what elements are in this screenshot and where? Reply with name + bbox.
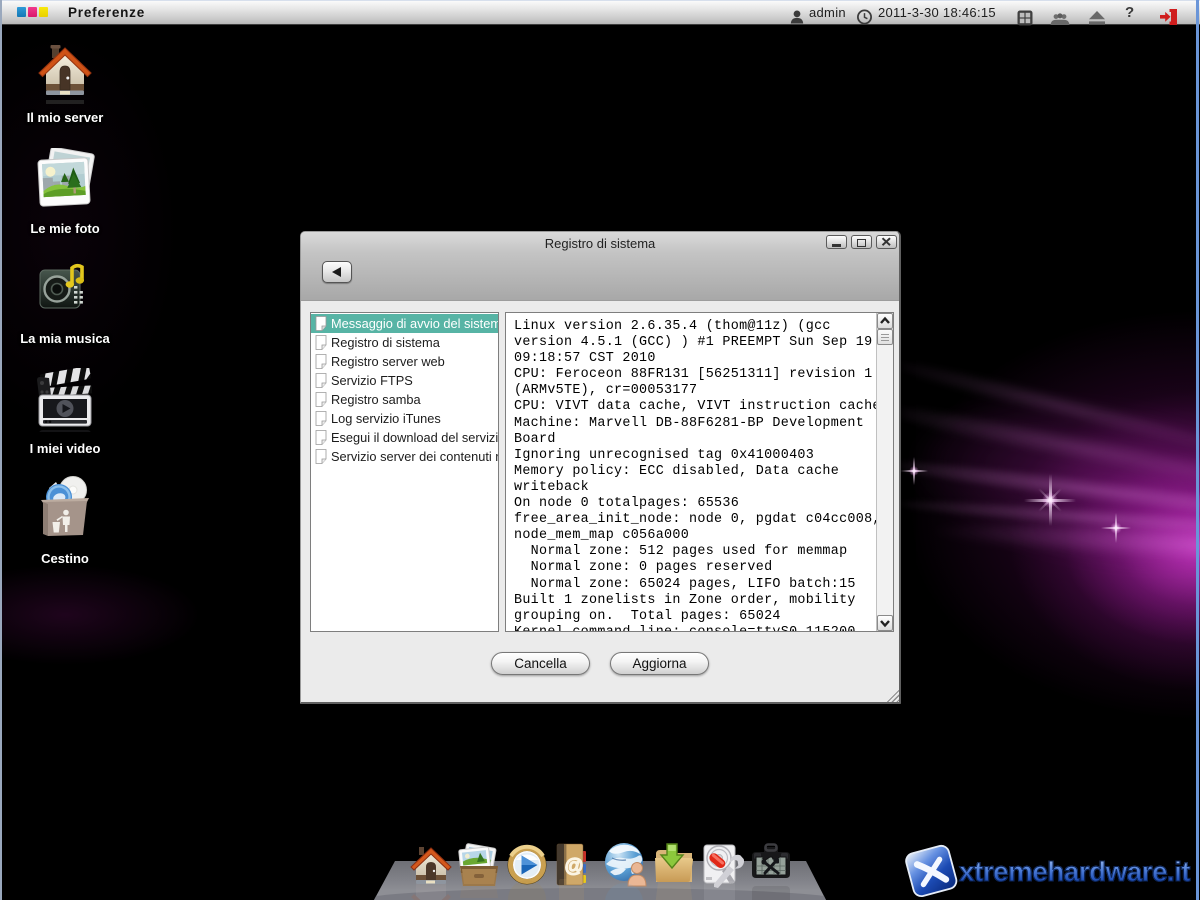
svg-text:@: @ bbox=[564, 856, 583, 877]
